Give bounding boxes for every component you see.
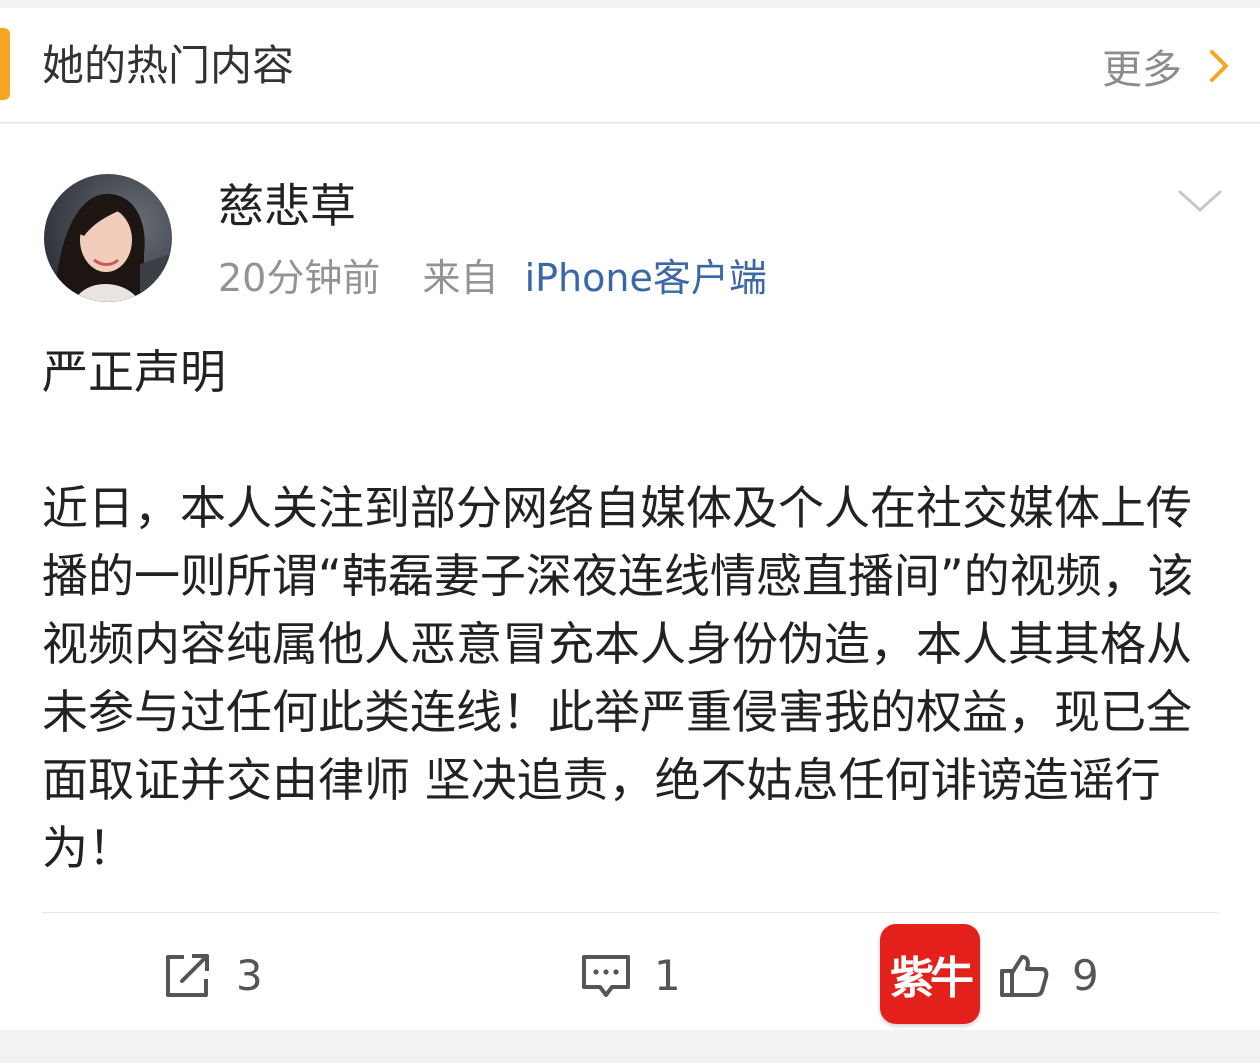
post-card[interactable]: 慈悲草 20分钟前 来自 iPhone客户端 严正声明 近日，本人关注到部分网络… bbox=[0, 124, 1260, 1030]
post-text: 近日，本人关注到部分网络自媒体及个人在社交媒体上传播的一则所谓“韩磊妻子深夜连线… bbox=[42, 481, 1194, 875]
avatar-image bbox=[44, 174, 172, 302]
comment-icon bbox=[582, 955, 630, 997]
divider bbox=[42, 912, 1218, 913]
like-count: 9 bbox=[1072, 950, 1099, 1000]
post-time: 20分钟前 bbox=[218, 256, 381, 300]
source-link[interactable]: iPhone客户端 bbox=[525, 256, 767, 300]
comment-button[interactable]: 1 bbox=[580, 944, 681, 1006]
post-title: 严正声明 bbox=[42, 345, 226, 399]
section-title: 她的热门内容 bbox=[42, 41, 295, 90]
more-button[interactable]: 更多 bbox=[1102, 38, 1234, 94]
watermark-text: 紫牛 bbox=[890, 953, 974, 1004]
author-name[interactable]: 慈悲草 bbox=[218, 176, 356, 236]
more-label: 更多 bbox=[1102, 47, 1182, 93]
avatar[interactable] bbox=[44, 174, 172, 302]
hot-content-header: 她的热门内容 更多 bbox=[0, 8, 1260, 123]
source-prefix: 来自 bbox=[422, 256, 499, 300]
comment-count: 1 bbox=[654, 950, 681, 1000]
repost-button[interactable]: 3 bbox=[162, 944, 263, 1006]
post-content: 严正声明 近日，本人关注到部分网络自媒体及个人在社交媒体上传播的一则所谓“韩磊妻… bbox=[42, 338, 1222, 882]
watermark-logo: 紫牛 bbox=[880, 924, 980, 1024]
repost-count: 3 bbox=[236, 950, 263, 1000]
weibo-page: 她的热门内容 更多 慈悲草 20分钟前 来自 iPhone客户端 严正声明 近日… bbox=[0, 0, 1260, 1063]
like-button[interactable]: 9 bbox=[998, 944, 1099, 1006]
repost-icon bbox=[166, 954, 209, 997]
post-meta: 20分钟前 来自 iPhone客户端 bbox=[218, 252, 767, 304]
accent-bar bbox=[0, 28, 10, 100]
thumbs-up-icon bbox=[1000, 955, 1049, 997]
chevron-right-icon bbox=[1210, 50, 1228, 82]
chevron-down-icon[interactable] bbox=[1176, 186, 1224, 216]
